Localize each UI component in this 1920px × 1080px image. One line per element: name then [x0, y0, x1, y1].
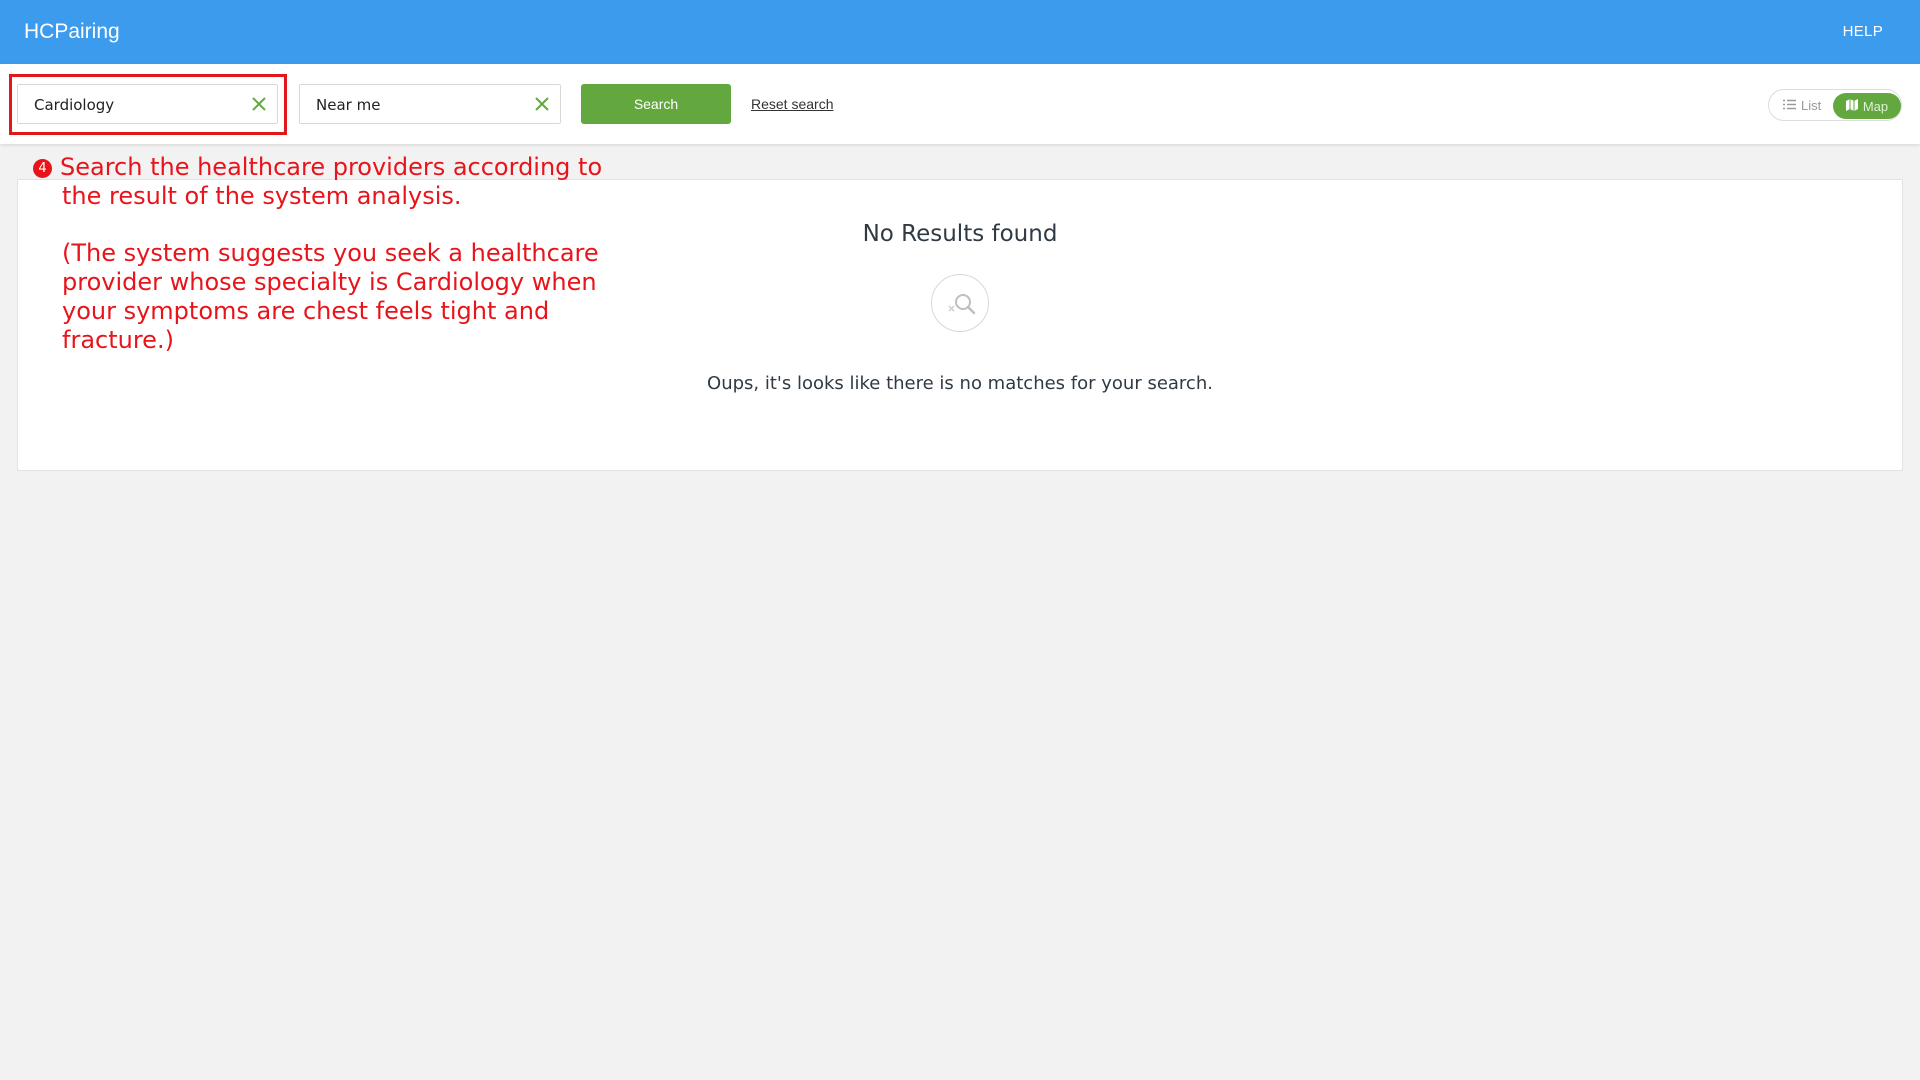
search-bar: Cardiology Near me Search Reset search L… — [0, 64, 1920, 144]
location-value: Near me — [316, 96, 381, 114]
map-icon — [1845, 98, 1858, 114]
no-results-message: Oups, it's looks like there is no matche… — [707, 373, 1213, 394]
map-view-label: Map — [1862, 98, 1889, 114]
search-button[interactable]: Search — [581, 84, 731, 124]
specialty-field[interactable]: Cardiology — [17, 84, 278, 124]
map-view-option[interactable]: Map — [1833, 93, 1901, 119]
annotation-line-2: the result of the system analysis. — [62, 182, 462, 210]
search-empty-icon — [931, 274, 989, 332]
annotation-line-4: provider whose specialty is Cardiology w… — [62, 268, 597, 296]
annotation-text-1: Search the healthcare providers accordin… — [60, 153, 603, 181]
annotation-line-6: fracture.) — [62, 326, 174, 354]
annotation-line-3: (The system suggests you seek a healthca… — [62, 239, 599, 267]
annotation-line-1: 4 Search the healthcare providers accordi… — [33, 153, 633, 182]
top-app-bar: HCPairing HELP — [0, 0, 1920, 64]
list-icon — [1783, 98, 1796, 113]
tutorial-annotation: 4 Search the healthcare providers accordi… — [33, 153, 633, 355]
help-link[interactable]: HELP — [1843, 23, 1883, 40]
annotation-line-5: your symptoms are chest feels tight and — [62, 297, 550, 325]
specialty-value: Cardiology — [34, 96, 115, 114]
annotation-spacer — [33, 211, 633, 239]
step-number-badge: 4 — [33, 159, 52, 178]
close-icon[interactable] — [532, 94, 552, 114]
close-icon[interactable] — [249, 94, 269, 114]
reset-search-link[interactable]: Reset search — [751, 96, 833, 112]
view-toggle: List Map — [1768, 89, 1902, 121]
location-field[interactable]: Near me — [299, 84, 561, 124]
list-view-label: List — [1801, 98, 1822, 113]
app-title[interactable]: HCPairing — [24, 20, 120, 44]
list-view-option[interactable]: List — [1783, 98, 1821, 113]
